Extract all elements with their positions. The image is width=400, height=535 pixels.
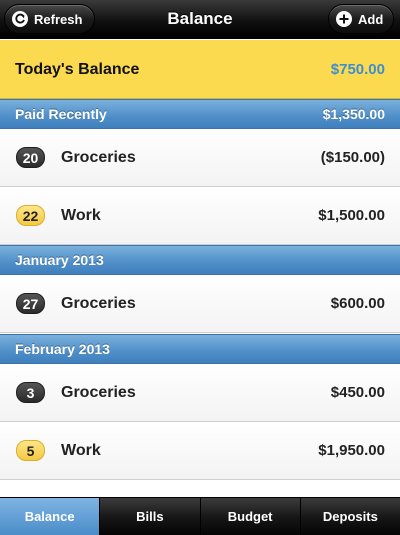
refresh-button[interactable]: Refresh bbox=[4, 4, 95, 34]
item-amount: $600.00 bbox=[330, 295, 385, 312]
section-label: January 2013 bbox=[15, 252, 104, 268]
todays-balance-label: Today's Balance bbox=[15, 61, 140, 78]
item-amount: $450.00 bbox=[330, 384, 385, 401]
top-bar: Balance Refresh Add bbox=[0, 0, 400, 39]
day-badge: 20 bbox=[16, 147, 45, 168]
todays-balance-value: $750.00 bbox=[330, 61, 385, 78]
item-name: Work bbox=[61, 207, 101, 224]
item-name: Groceries bbox=[61, 295, 136, 312]
list-item[interactable]: 20 Groceries ($150.00) bbox=[0, 129, 400, 187]
section-header-paid-recently: Paid Recently $1,350.00 bbox=[0, 99, 400, 129]
item-name: Work bbox=[61, 442, 101, 459]
item-name: Groceries bbox=[61, 384, 136, 401]
tab-deposits[interactable]: Deposits bbox=[299, 498, 400, 535]
section-header-february-2013: February 2013 bbox=[0, 334, 400, 364]
plus-icon bbox=[336, 11, 352, 27]
list-item[interactable]: 3 Groceries $450.00 bbox=[0, 364, 400, 422]
item-amount: ($150.00) bbox=[320, 149, 385, 166]
tab-budget[interactable]: Budget bbox=[199, 498, 300, 535]
add-label: Add bbox=[358, 11, 384, 27]
day-badge: 22 bbox=[16, 205, 45, 226]
list-item[interactable]: 27 Groceries $600.00 bbox=[0, 275, 400, 333]
section-label: Paid Recently bbox=[15, 106, 107, 122]
refresh-label: Refresh bbox=[34, 11, 83, 27]
list-item[interactable]: 22 Work $1,500.00 bbox=[0, 187, 400, 245]
add-button[interactable]: Add bbox=[328, 4, 394, 34]
list-item[interactable]: 5 Work $1,950.00 bbox=[0, 422, 400, 480]
section-label: February 2013 bbox=[15, 341, 110, 357]
section-amount: $1,350.00 bbox=[322, 106, 385, 122]
section-header-january-2013: January 2013 bbox=[0, 245, 400, 275]
day-badge: 27 bbox=[16, 293, 45, 314]
todays-balance-banner: Today's Balance $750.00 bbox=[0, 40, 400, 99]
item-name: Groceries bbox=[61, 149, 136, 166]
day-badge: 5 bbox=[16, 440, 45, 461]
day-badge: 3 bbox=[16, 382, 45, 403]
item-amount: $1,500.00 bbox=[318, 207, 385, 224]
tab-balance[interactable]: Balance bbox=[0, 498, 100, 535]
bottom-tab-bar: Balance Bills Budget Deposits bbox=[0, 497, 400, 535]
item-amount: $1,950.00 bbox=[318, 442, 385, 459]
tab-bills[interactable]: Bills bbox=[99, 498, 199, 535]
refresh-icon bbox=[12, 11, 28, 27]
